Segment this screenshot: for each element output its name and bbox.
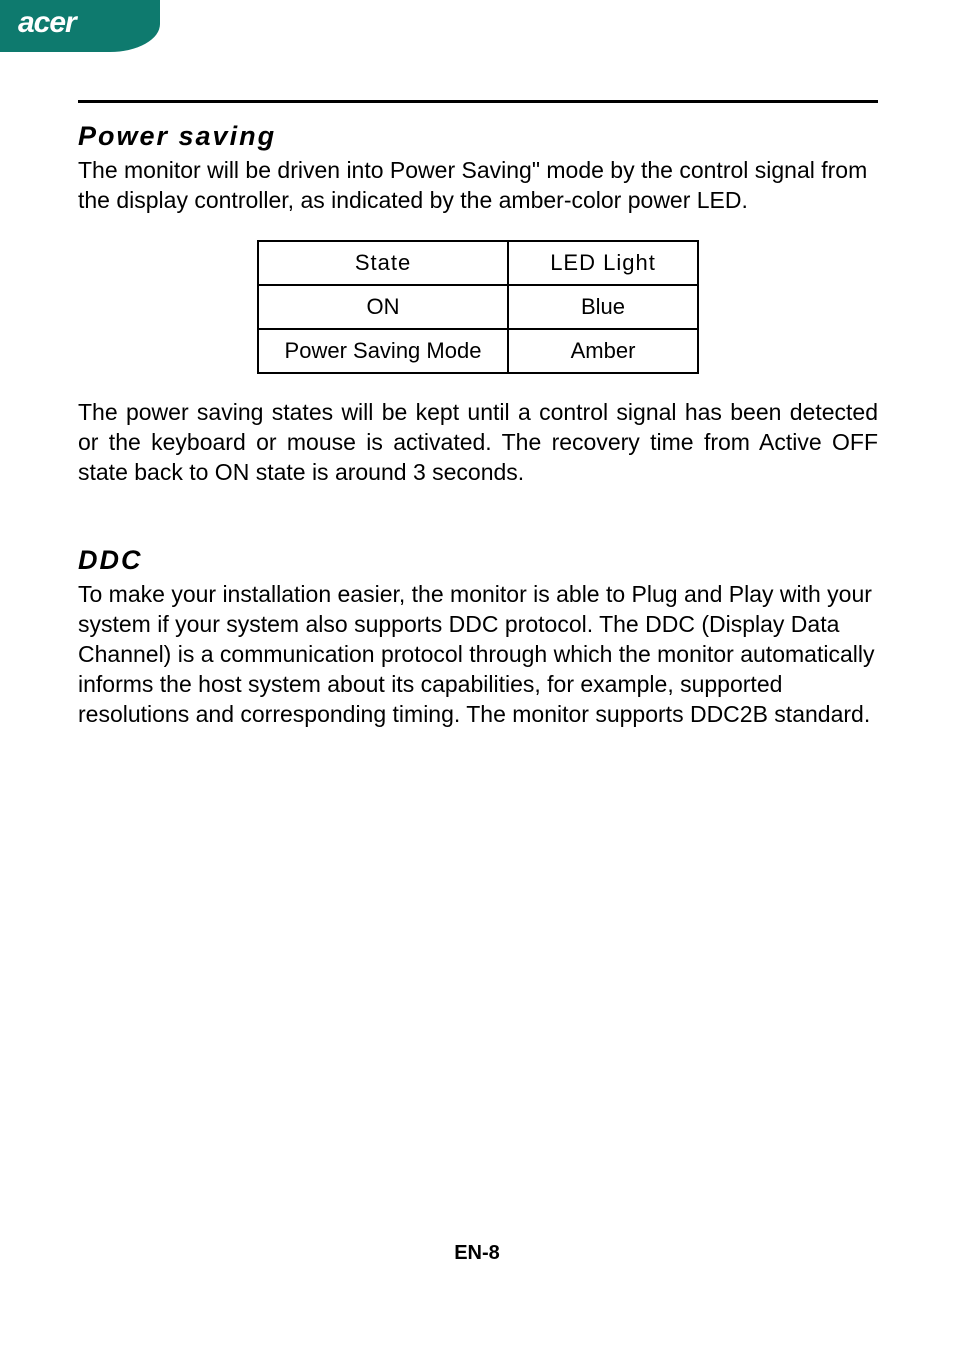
table-header-row: State LED Light bbox=[258, 241, 698, 285]
led-state-table: State LED Light ON Blue Power Saving Mod… bbox=[257, 240, 699, 374]
th-led: LED Light bbox=[508, 241, 698, 285]
cell-state-1: Power Saving Mode bbox=[258, 329, 508, 373]
table-row: ON Blue bbox=[258, 285, 698, 329]
ddc-body: To make your installation easier, the mo… bbox=[78, 580, 878, 729]
power-saving-outro: The power saving states will be kept unt… bbox=[78, 398, 878, 488]
cell-led-0: Blue bbox=[508, 285, 698, 329]
top-rule bbox=[78, 100, 878, 103]
table-row: Power Saving Mode Amber bbox=[258, 329, 698, 373]
heading-ddc: DDC bbox=[78, 545, 878, 576]
header-tab: acer bbox=[0, 0, 160, 52]
brand-logo: acer bbox=[18, 6, 76, 40]
heading-power-saving: Power saving bbox=[78, 121, 878, 152]
cell-state-0: ON bbox=[258, 285, 508, 329]
page-content: Power saving The monitor will be driven … bbox=[78, 100, 878, 754]
th-state: State bbox=[258, 241, 508, 285]
page-number: EN-8 bbox=[0, 1242, 954, 1265]
power-saving-intro: The monitor will be driven into Power Sa… bbox=[78, 156, 878, 216]
cell-led-1: Amber bbox=[508, 329, 698, 373]
